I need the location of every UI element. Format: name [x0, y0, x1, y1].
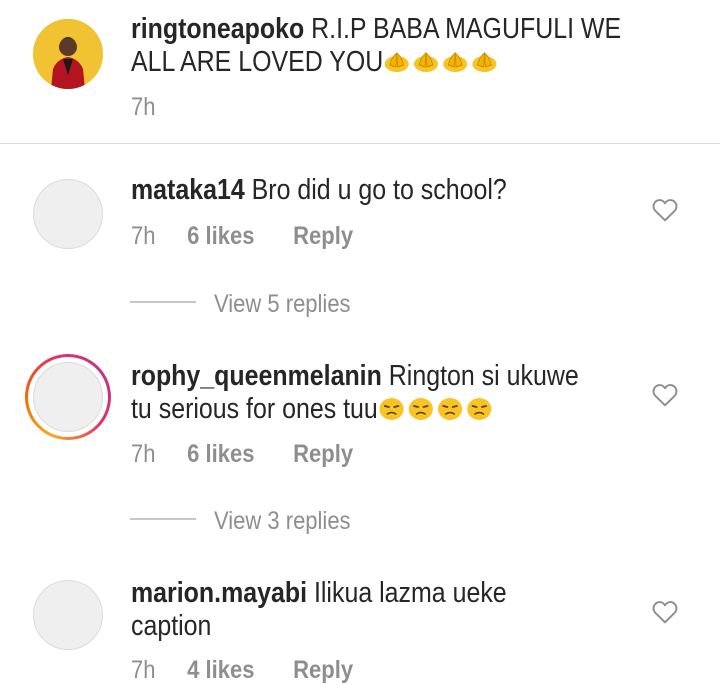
folded-hands-emoji: [385, 52, 410, 72]
unamused-face-emoji: [379, 398, 404, 420]
comment-text-line2: tu serious for ones tuu: [131, 393, 495, 426]
view-replies-button[interactable]: View 3 replies: [214, 507, 351, 536]
reply-button[interactable]: Reply: [293, 440, 353, 468]
caption-text-line2: ALL ARE LOVED YOU: [131, 46, 500, 79]
unamused-face-emoji: [467, 398, 492, 420]
view-replies-line: [130, 301, 196, 303]
comment-likes[interactable]: 6 likes: [187, 440, 254, 468]
comment-text: mataka14 Bro did u go to school?: [131, 174, 507, 206]
comment-text-line1: rophy_queenmelanin Rington si ukuwe: [131, 360, 579, 392]
comment-avatar[interactable]: [33, 362, 103, 432]
comment-avatar[interactable]: [33, 580, 103, 650]
caption-time: 7h: [131, 93, 156, 121]
comment-username[interactable]: mataka14: [131, 174, 245, 206]
story-ring[interactable]: [25, 354, 111, 440]
caption-text-line1: ringtoneapoko R.I.P BABA MAGUFULI WE: [131, 13, 622, 45]
folded-hands-emoji: [414, 52, 439, 72]
comment-time: 7h: [131, 656, 156, 684]
unamused-face-emoji: [408, 398, 433, 420]
caption-username[interactable]: ringtoneapoko: [131, 13, 304, 45]
unamused-face-emoji: [437, 398, 463, 420]
comment-meta: 7h 6 likes Reply: [131, 222, 353, 251]
folded-hands-emoji: [472, 52, 497, 72]
comment-time: 7h: [131, 222, 156, 250]
like-heart-icon[interactable]: [652, 600, 678, 624]
folded-hands-emoji: [443, 52, 468, 72]
comment-avatar[interactable]: [33, 179, 103, 249]
comment-text-line2: caption: [131, 610, 212, 642]
like-heart-icon[interactable]: [652, 198, 678, 222]
comment-likes[interactable]: 4 likes: [187, 656, 254, 684]
caption-divider: [0, 143, 720, 144]
comment-username[interactable]: marion.mayabi: [131, 577, 307, 609]
reply-button[interactable]: Reply: [293, 222, 353, 250]
comment-text-line1: marion.mayabi Ilikua lazma ueke: [131, 577, 507, 609]
comment-meta: 7h 4 likes Reply: [131, 656, 353, 685]
reply-button[interactable]: Reply: [293, 656, 353, 684]
view-replies-line: [130, 518, 196, 520]
caption-emoji-group: [383, 46, 500, 78]
comment-emoji-group: [378, 393, 495, 425]
like-heart-icon[interactable]: [652, 383, 678, 407]
caption-avatar[interactable]: [33, 19, 103, 89]
comment-time: 7h: [131, 440, 156, 468]
comment-meta: 7h 6 likes Reply: [131, 440, 353, 469]
view-replies-button[interactable]: View 5 replies: [214, 290, 351, 319]
comment-username[interactable]: rophy_queenmelanin: [131, 360, 382, 392]
comment-likes[interactable]: 6 likes: [187, 222, 254, 250]
